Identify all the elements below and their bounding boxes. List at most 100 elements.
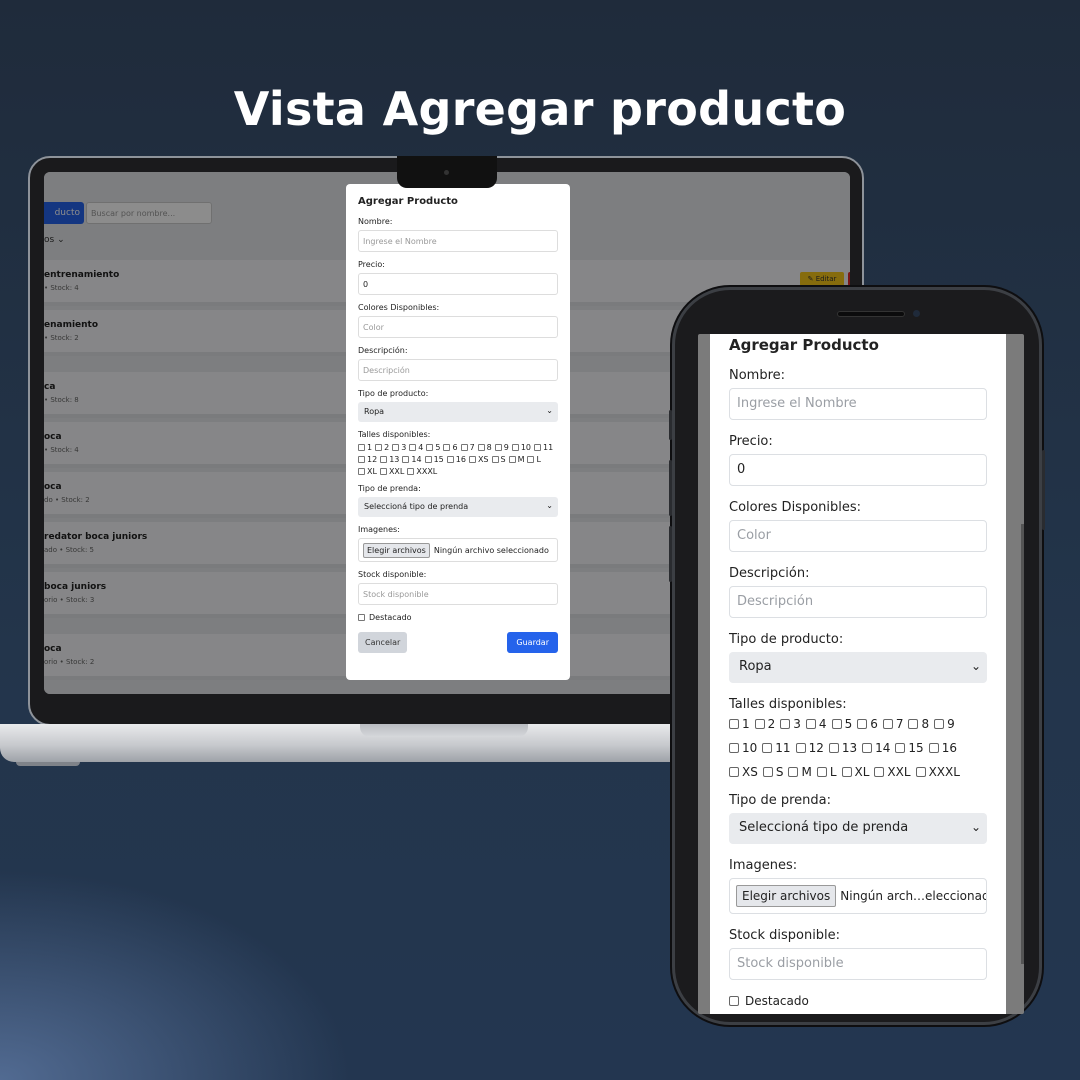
size-checkbox[interactable] bbox=[762, 767, 773, 777]
size-checkbox[interactable] bbox=[795, 743, 806, 753]
size-checkbox[interactable] bbox=[762, 743, 773, 753]
size-checkbox[interactable] bbox=[828, 743, 839, 753]
size-checkbox[interactable] bbox=[805, 719, 816, 729]
scrollbar[interactable] bbox=[1021, 524, 1024, 964]
size-checkbox[interactable] bbox=[928, 743, 939, 753]
size-checkbox[interactable] bbox=[375, 444, 383, 451]
size-option[interactable]: L bbox=[527, 455, 541, 464]
size-option[interactable]: 1 bbox=[358, 443, 372, 452]
size-option[interactable]: 13 bbox=[828, 741, 857, 755]
size-checkbox[interactable] bbox=[446, 456, 454, 463]
size-checkbox[interactable] bbox=[908, 719, 919, 729]
size-checkbox[interactable] bbox=[409, 444, 417, 451]
size-checkbox[interactable] bbox=[915, 767, 926, 777]
size-option[interactable]: 6 bbox=[443, 443, 458, 452]
size-option[interactable]: 7 bbox=[460, 443, 475, 452]
size-checkbox[interactable] bbox=[491, 456, 499, 463]
size-option[interactable]: L bbox=[816, 765, 837, 779]
garment-type-select[interactable]: Seleccioná tipo de prenda ⌄ bbox=[358, 497, 558, 517]
featured-checkbox[interactable] bbox=[358, 614, 365, 621]
size-option[interactable]: XXL bbox=[874, 765, 911, 779]
size-checkbox[interactable] bbox=[468, 456, 476, 463]
colors-input[interactable]: Color bbox=[358, 316, 558, 338]
size-option[interactable]: XS bbox=[468, 455, 489, 464]
size-checkbox[interactable] bbox=[841, 767, 852, 777]
size-option[interactable]: 12 bbox=[358, 455, 377, 464]
size-option[interactable]: S bbox=[762, 765, 783, 779]
size-option[interactable]: 10 bbox=[511, 443, 531, 452]
size-option[interactable]: 8 bbox=[908, 717, 929, 731]
stock-input[interactable]: Stock disponible bbox=[729, 948, 987, 980]
size-checkbox[interactable] bbox=[874, 767, 885, 777]
colors-input[interactable]: Color bbox=[729, 520, 987, 552]
size-checkbox[interactable] bbox=[895, 743, 906, 753]
size-option[interactable]: XL bbox=[358, 467, 377, 476]
size-option[interactable]: M bbox=[788, 765, 812, 779]
size-option[interactable]: 8 bbox=[477, 443, 492, 452]
size-option[interactable]: 10 bbox=[729, 741, 757, 755]
garment-type-select[interactable]: Seleccioná tipo de prenda ⌄ bbox=[729, 813, 987, 844]
size-option[interactable]: 14 bbox=[862, 741, 890, 755]
size-checkbox[interactable] bbox=[729, 767, 739, 777]
description-input[interactable]: Descripción bbox=[358, 359, 558, 381]
size-checkbox[interactable] bbox=[511, 444, 519, 451]
size-checkbox[interactable] bbox=[729, 719, 739, 729]
size-option[interactable]: XS bbox=[729, 765, 758, 779]
size-checkbox[interactable] bbox=[358, 444, 365, 451]
size-checkbox[interactable] bbox=[508, 456, 516, 463]
size-checkbox[interactable] bbox=[380, 456, 388, 463]
price-input[interactable]: 0 bbox=[358, 273, 558, 295]
size-option[interactable]: 1 bbox=[729, 717, 750, 731]
choose-files-button[interactable]: Elegir archivos bbox=[736, 885, 837, 907]
size-checkbox[interactable] bbox=[862, 743, 873, 753]
size-option[interactable]: 9 bbox=[934, 717, 955, 731]
size-option[interactable]: 14 bbox=[402, 455, 422, 464]
size-checkbox[interactable] bbox=[780, 719, 791, 729]
size-checkbox[interactable] bbox=[477, 444, 485, 451]
featured-checkbox[interactable] bbox=[729, 996, 739, 1006]
size-option[interactable]: 13 bbox=[380, 455, 399, 464]
stock-input[interactable]: Stock disponible bbox=[358, 583, 558, 605]
size-checkbox[interactable] bbox=[402, 456, 410, 463]
size-option[interactable]: 4 bbox=[805, 717, 827, 731]
size-checkbox[interactable] bbox=[460, 444, 468, 451]
size-option[interactable]: 15 bbox=[895, 741, 924, 755]
size-option[interactable]: S bbox=[491, 455, 506, 464]
name-input[interactable]: Ingrese el Nombre bbox=[358, 230, 558, 252]
size-option[interactable]: 16 bbox=[928, 741, 957, 755]
size-checkbox[interactable] bbox=[392, 444, 400, 451]
size-option[interactable]: XXXL bbox=[407, 467, 437, 476]
size-checkbox[interactable] bbox=[754, 719, 765, 729]
size-option[interactable]: 3 bbox=[392, 443, 406, 452]
name-input[interactable]: Ingrese el Nombre bbox=[729, 388, 987, 420]
size-option[interactable]: 12 bbox=[795, 741, 824, 755]
size-checkbox[interactable] bbox=[379, 468, 387, 475]
size-option[interactable]: 15 bbox=[424, 455, 444, 464]
size-option[interactable]: 3 bbox=[780, 717, 801, 731]
cancel-button[interactable]: Cancelar bbox=[358, 632, 408, 653]
size-option[interactable]: 11 bbox=[762, 741, 791, 755]
size-option[interactable]: 5 bbox=[831, 717, 852, 731]
size-checkbox[interactable] bbox=[358, 456, 365, 463]
size-checkbox[interactable] bbox=[358, 468, 365, 475]
product-type-select[interactable]: Ropa ⌄ bbox=[358, 402, 558, 422]
size-checkbox[interactable] bbox=[527, 456, 535, 463]
size-checkbox[interactable] bbox=[729, 743, 739, 753]
save-button[interactable]: Guardar bbox=[507, 632, 558, 653]
size-option[interactable]: 6 bbox=[857, 717, 878, 731]
size-checkbox[interactable] bbox=[831, 719, 842, 729]
size-option[interactable]: XXL bbox=[379, 467, 404, 476]
size-checkbox[interactable] bbox=[816, 767, 827, 777]
size-checkbox[interactable] bbox=[494, 444, 502, 451]
description-input[interactable]: Descripción bbox=[729, 586, 987, 618]
size-option[interactable]: 2 bbox=[375, 443, 389, 452]
size-option[interactable]: 7 bbox=[882, 717, 903, 731]
size-option[interactable]: XL bbox=[841, 765, 869, 779]
size-option[interactable]: XXXL bbox=[915, 765, 960, 779]
size-checkbox[interactable] bbox=[934, 719, 945, 729]
size-checkbox[interactable] bbox=[882, 719, 893, 729]
size-checkbox[interactable] bbox=[857, 719, 868, 729]
size-option[interactable]: 16 bbox=[446, 455, 466, 464]
size-option[interactable]: 9 bbox=[494, 443, 509, 452]
size-checkbox[interactable] bbox=[788, 767, 799, 777]
